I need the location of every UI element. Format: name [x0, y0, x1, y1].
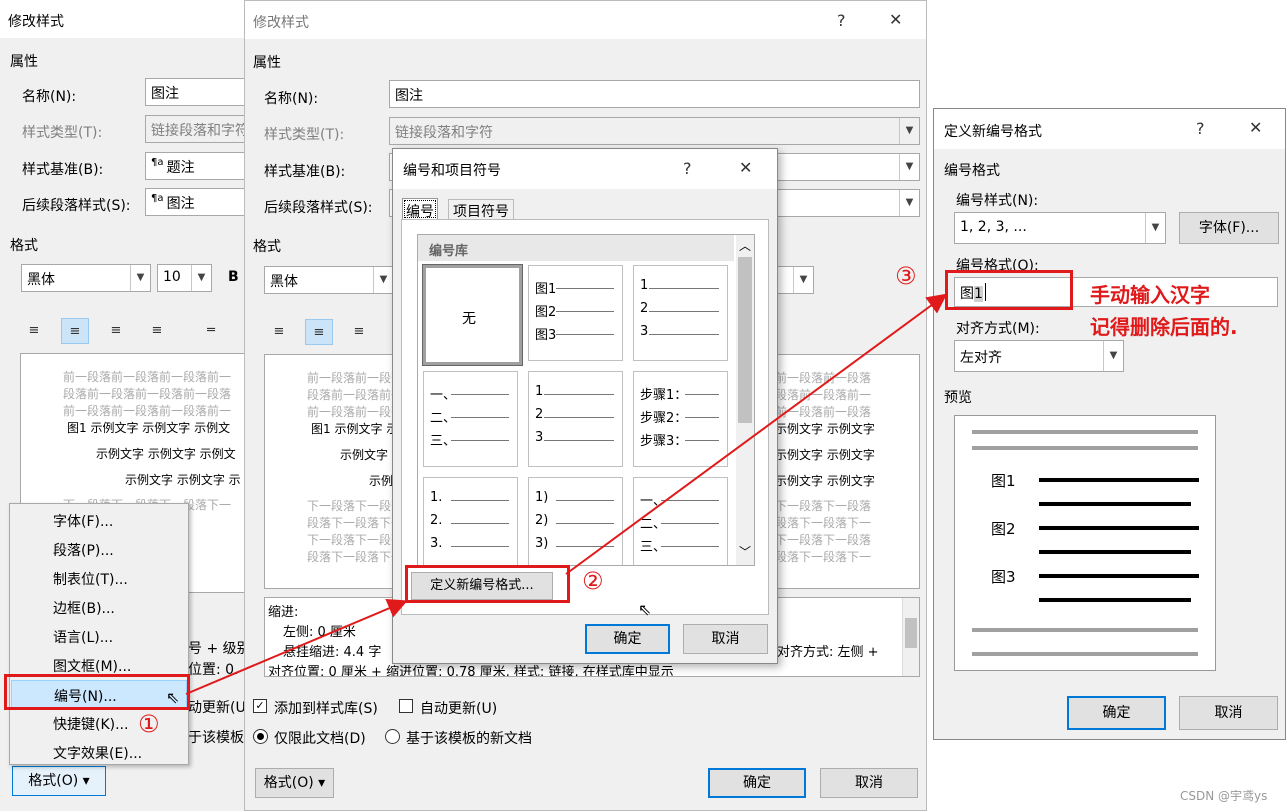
watermark: CSDN @宇鸢ys	[1180, 789, 1268, 803]
step3-marker: ③	[895, 262, 917, 290]
note-manual-input: 手动输入汉字	[1090, 283, 1210, 307]
arrow-step2	[565, 293, 948, 575]
arrow-step1	[185, 599, 408, 695]
note-delete-trailing: 记得删除后面的.	[1090, 315, 1238, 339]
annotation-arrows	[185, 293, 948, 695]
mouse-cursor-icon: ⇖	[638, 600, 652, 619]
highlight-numbering-menu-item	[4, 674, 190, 710]
mouse-cursor-icon: ⇖	[166, 688, 180, 707]
highlight-define-button	[405, 565, 570, 603]
step2-marker: ②	[582, 567, 604, 595]
step1-marker: ①	[138, 710, 160, 738]
highlight-format-input	[945, 270, 1073, 310]
